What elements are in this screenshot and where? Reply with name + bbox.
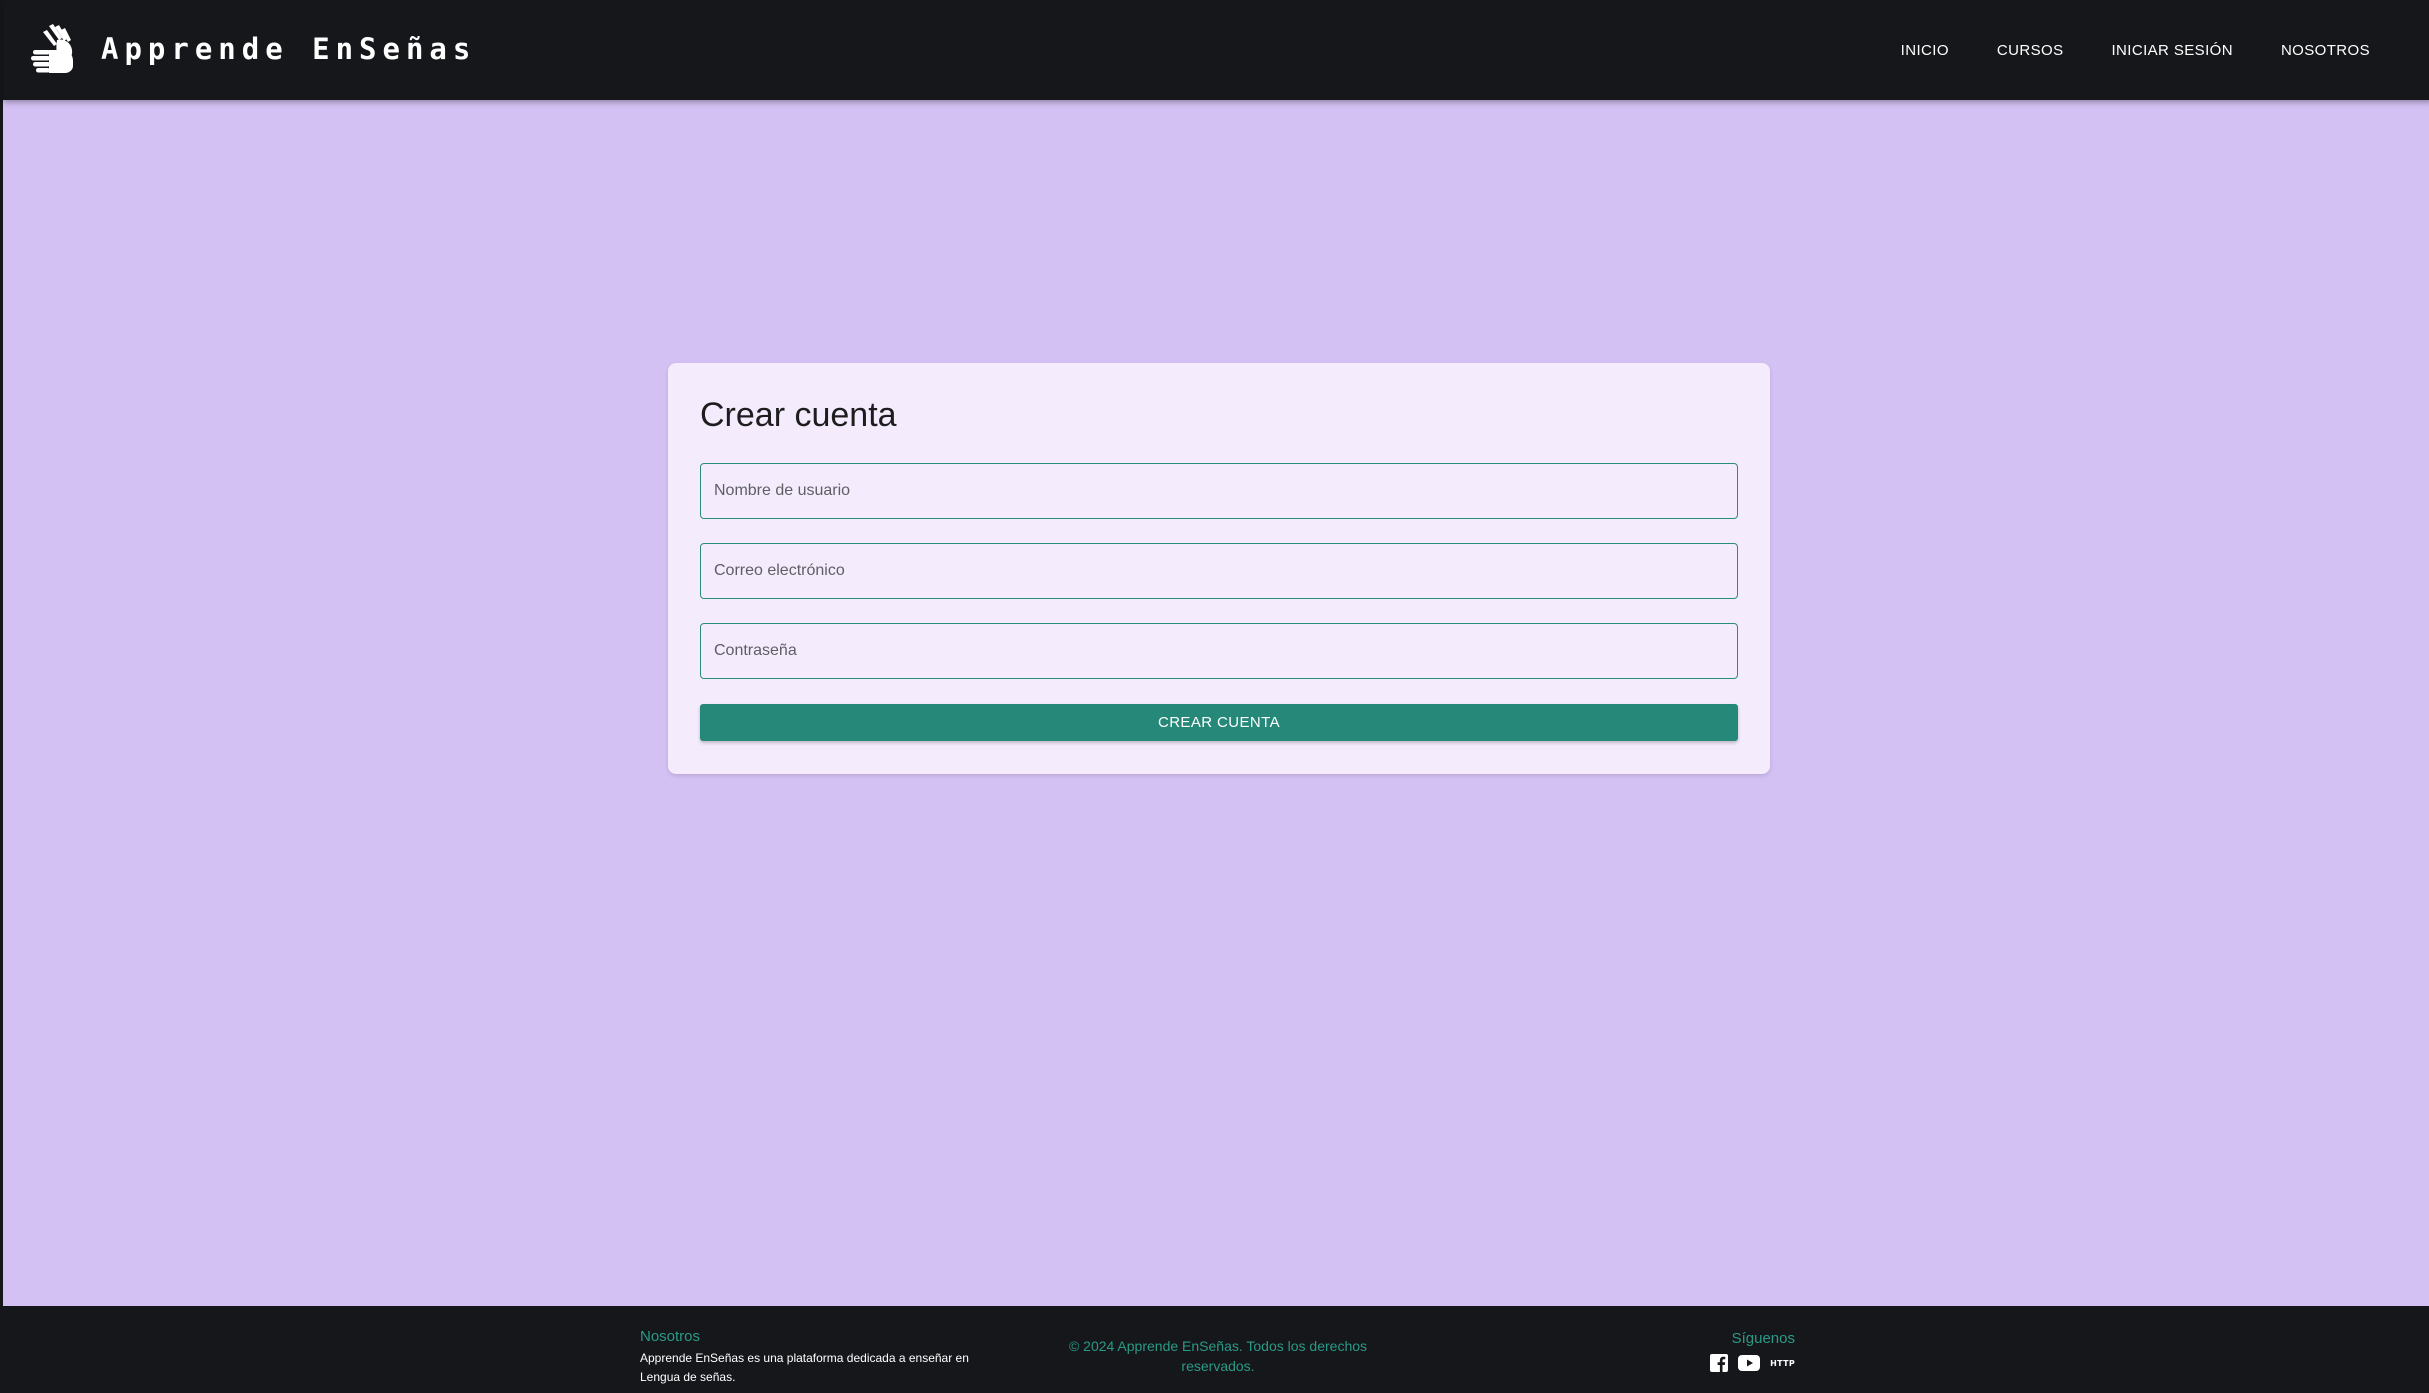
youtube-icon[interactable] [1738,1355,1761,1371]
sign-language-hands-icon [31,24,73,73]
create-account-button[interactable]: CREAR CUENTA [700,704,1738,741]
password-input[interactable] [700,623,1738,679]
footer-copyright: © 2024 Apprende EnSeñas. Todos los derec… [1068,1338,1368,1374]
signup-title: Crear cuenta [700,396,897,434]
nav-link-nosotros[interactable]: NOSOTROS [2257,30,2394,71]
nav-link-inicio[interactable]: INICIO [1877,30,1973,71]
footer-about: Nosotros Apprende EnSeñas es una platafo… [640,1328,1000,1387]
signup-fields [700,463,1738,679]
footer-about-heading: Nosotros [640,1328,701,1345]
footer-social-heading: Síguenos [1731,1330,1795,1347]
nav-link-iniciar-sesion[interactable]: INICIAR SESIÓN [2087,30,2256,71]
page: Apprende EnSeñas INICIO CURSOS INICIAR S… [0,0,2429,1393]
page-footer: Nosotros Apprende EnSeñas es una platafo… [3,1306,2429,1393]
footer-about-text: Apprende EnSeñas es una plataforma dedic… [640,1351,969,1384]
brand-link[interactable]: Apprende EnSeñas [29,24,476,74]
social-icons: HTTP [1710,1354,1795,1372]
brand-title: Apprende EnSeñas [101,32,477,66]
footer-social: Síguenos HTTP [1710,1330,1795,1372]
main-nav: INICIO CURSOS INICIAR SESIÓN NOSOTROS [1877,0,2394,100]
nav-link-cursos[interactable]: CURSOS [1973,30,2088,71]
signup-card: Crear cuenta CREAR CUENTA [668,363,1770,774]
http-icon[interactable]: HTTP [1770,1359,1795,1368]
username-input[interactable] [700,463,1738,519]
email-input[interactable] [700,543,1738,599]
app-header: Apprende EnSeñas INICIO CURSOS INICIAR S… [3,0,2429,100]
facebook-icon[interactable] [1710,1354,1729,1372]
